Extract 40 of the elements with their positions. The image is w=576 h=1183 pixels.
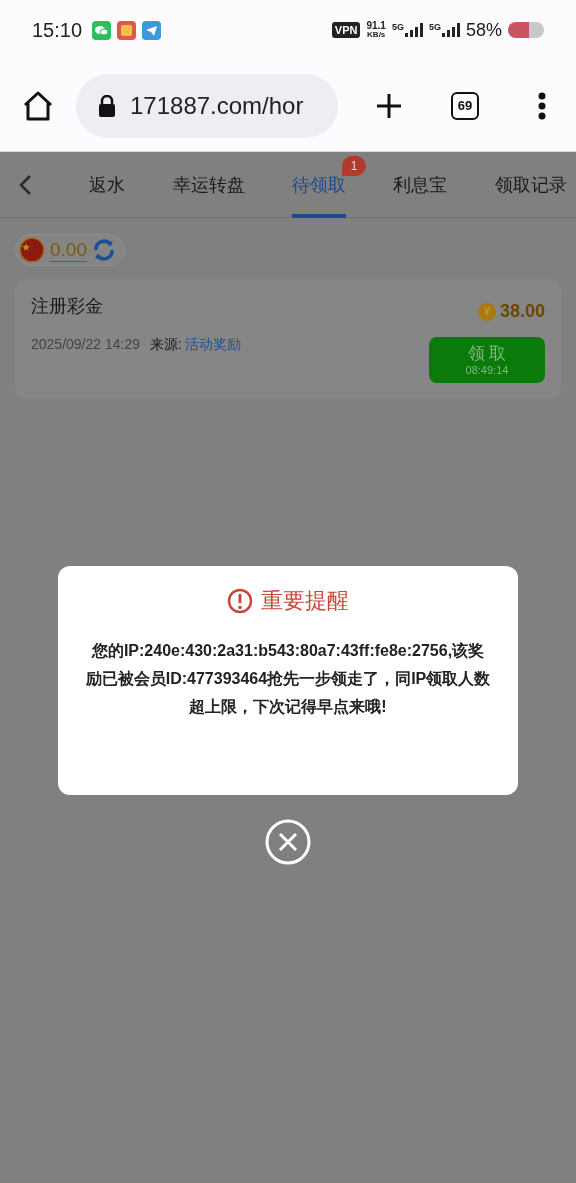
vpn-badge: VPN <box>331 22 361 38</box>
dialog-title: 重要提醒 <box>261 587 349 615</box>
warning-icon <box>227 587 253 614</box>
chat-app-icon <box>92 20 112 40</box>
home-icon[interactable] <box>22 90 54 121</box>
reward-date: 2025/09/22 14:29 <box>31 335 140 354</box>
tab-count-button[interactable]: 69 <box>451 91 479 120</box>
source-label: 来源: <box>150 335 182 354</box>
network-speed: 91.1 <box>366 21 386 30</box>
lock-icon <box>98 94 116 117</box>
countdown-timer: 08:49:14 <box>465 363 509 378</box>
claim-button[interactable]: 领 取 08:49:14 <box>429 337 545 383</box>
source-link[interactable]: 活动奖励 <box>184 334 241 355</box>
address-bar[interactable]: 171887.com/hor <box>76 73 338 138</box>
signal-icon <box>404 23 423 37</box>
flag-icon <box>19 237 45 263</box>
tab[interactable]: 幸运转盘 <box>173 152 245 218</box>
dialog-message: 您的IP:240e:430:2a31:b543:80a7:43ff:fe8e:2756,该奖励已被会员ID:477393464抢先一步领走了，同IP领取人数超上限，下次记得早点来哦! <box>85 641 491 717</box>
network-type: 5G <box>428 23 441 32</box>
notification-badge: 1 <box>342 156 366 176</box>
tab[interactable]: 返水 <box>89 152 125 218</box>
tab[interactable]: 利息宝 <box>393 152 447 218</box>
close-icon[interactable] <box>265 819 311 865</box>
coin-icon: ¥ <box>477 302 496 321</box>
paper-plane-app-icon <box>142 20 162 40</box>
balance-amount: 0.00 <box>50 238 87 262</box>
more-menu-icon[interactable] <box>538 91 546 120</box>
url-text: 171887.com/hor <box>130 90 304 121</box>
back-icon[interactable] <box>18 173 32 196</box>
reward-title: 注册彩金 <box>31 295 104 318</box>
network-type: 5G <box>391 23 404 32</box>
tab[interactable]: 领取记录 <box>495 152 567 218</box>
battery-percent: 58% <box>465 18 502 42</box>
clock-time: 15:10 <box>32 18 83 43</box>
signal-icon <box>441 23 460 37</box>
speed-unit: KB/s <box>367 30 386 39</box>
app-icon <box>117 20 137 40</box>
plus-icon[interactable] <box>376 92 402 119</box>
battery-icon <box>508 22 544 38</box>
reward-amount: 38.00 <box>499 300 545 323</box>
